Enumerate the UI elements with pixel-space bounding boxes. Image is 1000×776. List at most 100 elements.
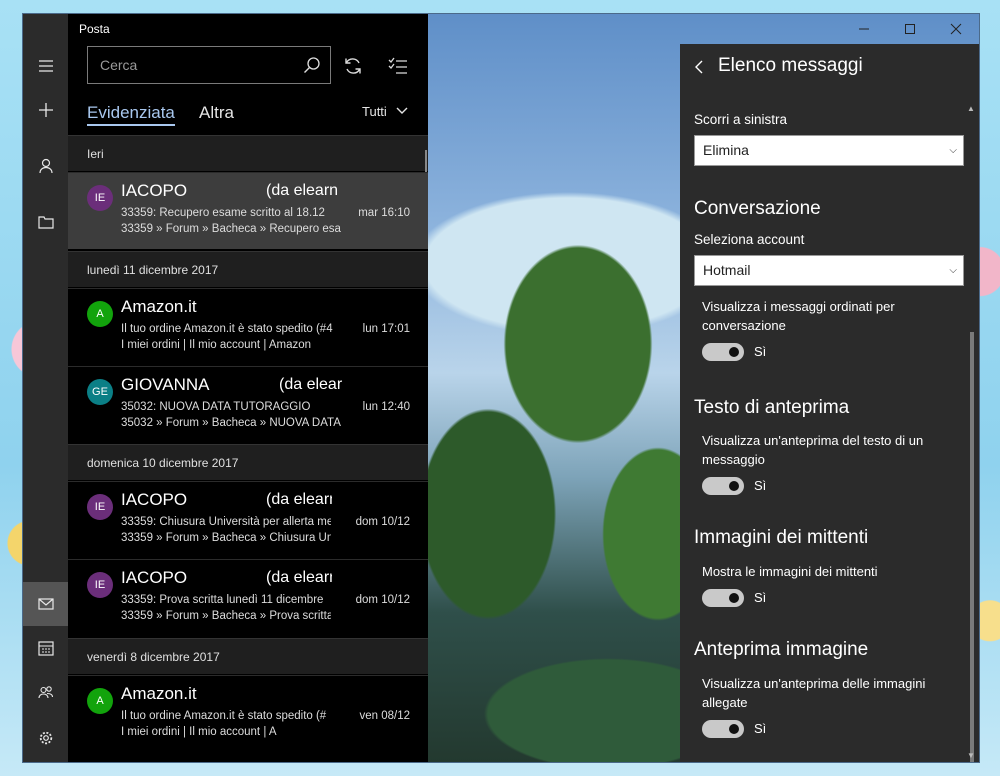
sync-icon — [345, 58, 361, 74]
folders-button[interactable] — [23, 200, 68, 244]
people-icon — [37, 686, 53, 699]
search-input[interactable] — [98, 56, 302, 74]
close-icon — [950, 23, 962, 35]
message-date: dom 10/12 — [355, 516, 410, 528]
message-sender-extra: (da elearn — [266, 182, 339, 199]
back-button[interactable] — [694, 60, 704, 79]
message-row[interactable]: IE IACOPO (da elearn 33359: Recupero esa… — [68, 172, 428, 249]
swipe-left-select[interactable]: Elimina ⌵ — [694, 135, 964, 166]
date-group-header: domenica 10 dicembre 2017 — [68, 444, 428, 480]
date-group-header: Ieri — [68, 135, 428, 171]
message-date: ven 08/12 — [359, 710, 410, 722]
scrollbar-thumb[interactable] — [970, 332, 974, 762]
chevron-left-icon — [695, 60, 703, 74]
message-preview: 33359 » Forum » Bacheca » Prova scritta — [121, 610, 331, 622]
maximize-icon — [905, 24, 915, 34]
message-date: mar 16:10 — [358, 207, 410, 219]
message-list-pane: Posta Evidenziata Altra Tutti Ieri IE IA… — [68, 14, 428, 762]
conversation-toggle-label: Sì — [754, 344, 767, 359]
conversation-toggle[interactable] — [702, 343, 744, 361]
search-icon — [304, 57, 320, 73]
avatar: IE — [87, 494, 113, 520]
avatar: IE — [87, 572, 113, 598]
filter-label: Tutti — [362, 104, 387, 119]
tab-focused[interactable]: Evidenziata — [87, 103, 175, 126]
message-sender-extra: (da elear — [279, 376, 342, 393]
hamburger-menu-button[interactable] — [23, 44, 68, 88]
message-sender: Amazon.it — [121, 297, 197, 316]
avatar: A — [87, 301, 113, 327]
calendar-button[interactable] — [23, 626, 68, 670]
settings-button[interactable] — [23, 716, 68, 760]
message-sender: IACOPO — [121, 181, 188, 200]
image-preview-toggle-label: Sì — [754, 721, 767, 736]
image-preview-toggle[interactable] — [702, 720, 744, 738]
conversation-heading: Conversazione — [694, 198, 821, 219]
filter-dropdown[interactable]: Tutti — [362, 104, 408, 119]
sender-images-description: Mostra le immagini dei mittenti — [702, 564, 878, 579]
mail-window: Posta Evidenziata Altra Tutti Ieri IE IA… — [23, 14, 979, 762]
settings-title: Elenco messaggi — [718, 55, 863, 76]
select-account-label: Seleziona account — [694, 232, 805, 247]
minimize-icon — [859, 28, 869, 30]
new-mail-button[interactable] — [23, 88, 68, 132]
message-subject: 33359: Chiusura Università per allerta m… — [121, 516, 331, 528]
people-button[interactable] — [23, 670, 68, 714]
toggle-knob — [729, 347, 739, 357]
image-preview-description: Visualizza un'anteprima delle immagini a… — [702, 676, 926, 710]
message-preview: I miei ordini | Il mio account | A — [121, 726, 277, 738]
folder-icon — [37, 216, 54, 229]
search-button[interactable] — [303, 56, 321, 79]
message-sender-extra: (da elearn — [266, 569, 332, 586]
close-button[interactable] — [933, 14, 979, 44]
list-scrollbar[interactable] — [425, 150, 427, 172]
hamburger-menu-icon — [38, 60, 53, 72]
message-row[interactable]: GE GIOVANNA (da elear 35032: NUOVA DATA … — [68, 366, 428, 443]
message-row[interactable]: IE IACOPO (da elearn 33359: Chiusura Uni… — [68, 481, 428, 558]
message-row[interactable]: A Amazon.it Il tuo ordine Amazon.it è st… — [68, 675, 428, 752]
message-preview: I miei ordini | Il mio account | Amazon — [121, 339, 312, 351]
chevron-down-icon: ⌵ — [949, 265, 957, 276]
sync-button[interactable] — [341, 54, 365, 78]
conversation-description: Visualizza i messaggi ordinati per conve… — [702, 299, 895, 333]
minimize-button[interactable] — [841, 14, 887, 44]
selection-mode-button[interactable] — [386, 54, 410, 78]
swipe-left-value: Elimina — [703, 142, 749, 158]
tab-other[interactable]: Altra — [199, 103, 234, 123]
account-value: Hotmail — [703, 262, 751, 278]
accounts-button[interactable] — [23, 144, 68, 188]
message-preview: 33359 » Forum » Bacheca » Recupero esame — [121, 223, 341, 235]
message-date: lun 12:40 — [362, 401, 410, 413]
plus-icon — [38, 103, 53, 117]
message-sender: IACOPO — [121, 490, 188, 509]
message-list-settings-panel: Elenco messaggi Scorri a sinistra Elimin… — [680, 44, 979, 762]
message-subject: 33359: Recupero esame scritto al 18.12 — [121, 207, 325, 219]
message-date: lun 17:01 — [362, 323, 410, 335]
date-group-header: venerdì 8 dicembre 2017 — [68, 638, 428, 674]
sender-images-toggle-label: Sì — [754, 590, 767, 605]
maximize-button[interactable] — [887, 14, 933, 44]
avatar: GE — [87, 379, 113, 405]
message-sender-extra: (da elearn — [266, 491, 332, 508]
mail-button[interactable] — [23, 582, 68, 626]
app-title: Posta — [79, 22, 110, 36]
avatar: A — [87, 688, 113, 714]
message-row[interactable]: IE IACOPO (da elearn 33359: Prova scritt… — [68, 559, 428, 636]
avatar: IE — [87, 185, 113, 211]
message-sender: IACOPO — [121, 568, 188, 587]
settings-scrollbar[interactable]: ▲ ▼ — [965, 102, 979, 762]
chevron-down-icon: ⌵ — [949, 145, 957, 156]
person-icon — [38, 158, 53, 174]
message-row[interactable]: A Amazon.it Il tuo ordine Amazon.it è st… — [68, 288, 428, 365]
scroll-down-icon[interactable]: ▼ — [967, 751, 975, 760]
message-subject: Il tuo ordine Amazon.it è stato spedito … — [121, 323, 333, 335]
scroll-up-icon[interactable]: ▲ — [967, 104, 975, 113]
account-select[interactable]: Hotmail ⌵ — [694, 255, 964, 286]
preview-text-toggle-label: Sì — [754, 478, 767, 493]
toggle-knob — [729, 724, 739, 734]
preview-text-toggle[interactable] — [702, 477, 744, 495]
preview-text-description: Visualizza un'anteprima del testo di un … — [702, 433, 924, 467]
mail-icon — [37, 598, 54, 610]
swipe-left-label: Scorri a sinistra — [694, 112, 788, 127]
sender-images-toggle[interactable] — [702, 589, 744, 607]
